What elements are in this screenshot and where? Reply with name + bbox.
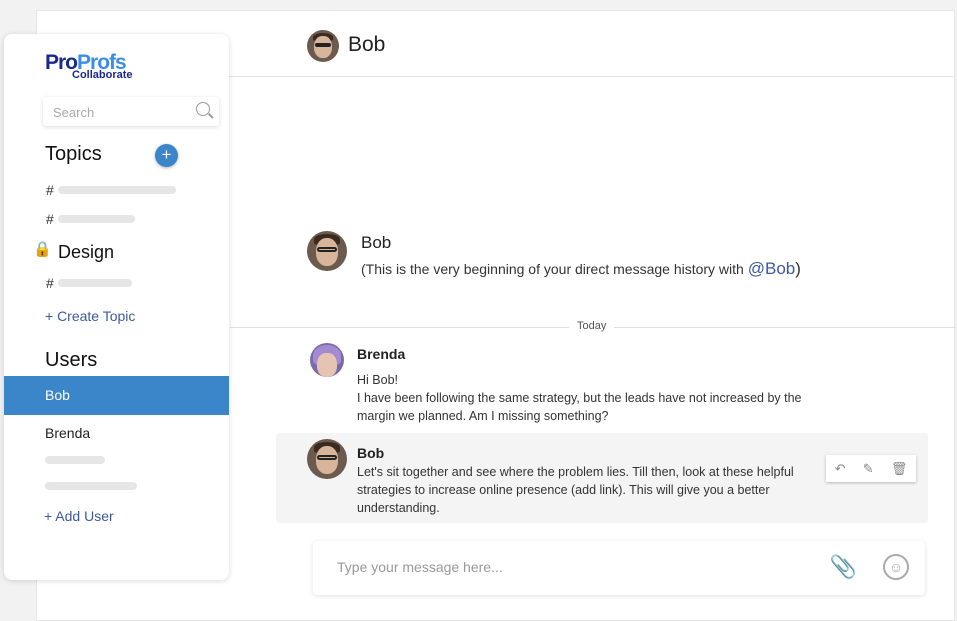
intro-name: Bob xyxy=(361,233,392,252)
avatar xyxy=(310,343,344,377)
message-line: Hi Bob! xyxy=(357,373,398,387)
avatar xyxy=(307,231,347,271)
topic-hash[interactable]: # xyxy=(46,182,54,198)
intro-message: (This is the very beginning of your dire… xyxy=(361,261,748,277)
add-user-link[interactable]: + Add User xyxy=(44,508,114,524)
message-line: strategies to increase online presence (… xyxy=(357,483,770,497)
topic-hash[interactable]: # xyxy=(46,211,54,227)
user-placeholder[interactable] xyxy=(45,456,105,464)
message-placeholder: Type your message here... xyxy=(337,559,503,575)
intro-text: (This is the very beginning of your dire… xyxy=(361,259,801,279)
paperclip-icon[interactable]: 📎 xyxy=(830,554,857,580)
message-author: Brenda xyxy=(357,346,406,362)
search-icon[interactable] xyxy=(196,102,210,116)
intro-end: ) xyxy=(795,259,801,278)
page-title: Bob xyxy=(348,33,386,56)
emoji-icon[interactable]: ☺ xyxy=(883,554,909,580)
message-body: Hi Bob! I have been following the same s… xyxy=(357,371,802,425)
message-body: Let's sit together and see where the pro… xyxy=(357,463,794,517)
lock-icon: 🔒 xyxy=(33,241,52,258)
create-topic-link[interactable]: + Create Topic xyxy=(45,308,135,324)
users-heading: Users xyxy=(45,349,98,371)
search-placeholder: Search xyxy=(53,105,95,120)
topic-placeholder[interactable] xyxy=(58,186,176,194)
avatar xyxy=(307,30,339,62)
pencil-icon[interactable]: ✎ xyxy=(863,461,874,477)
user-placeholder[interactable] xyxy=(45,482,137,490)
message-line: margin we planned. Am I missing somethin… xyxy=(357,409,609,423)
topics-heading: Topics xyxy=(45,143,102,165)
topic-hash[interactable]: # xyxy=(46,275,54,291)
reply-icon[interactable]: ↶ xyxy=(835,461,846,477)
sidebar: ProProfs Collaborate Search Topics + # #… xyxy=(4,34,229,580)
trash-icon[interactable]: 🗑 xyxy=(891,461,908,477)
design-heading[interactable]: Design xyxy=(58,242,114,263)
search-input[interactable]: Search xyxy=(43,97,219,126)
message-line: Let's sit together and see where the pro… xyxy=(357,465,794,479)
avatar xyxy=(307,439,347,479)
sidebar-user-brenda[interactable]: Brenda xyxy=(4,414,229,453)
add-topic-button[interactable]: + xyxy=(155,144,178,167)
message-author: Bob xyxy=(357,445,385,461)
message-actions: ↶ ✎ 🗑 xyxy=(826,455,916,482)
date-label: Today xyxy=(569,320,615,332)
message-line: understanding. xyxy=(357,501,440,515)
message-line: I have been following the same strategy,… xyxy=(357,391,802,405)
message-input[interactable]: Type your message here... 📎 ☺ xyxy=(313,541,925,595)
topic-placeholder[interactable] xyxy=(58,279,132,287)
topic-placeholder[interactable] xyxy=(58,215,135,223)
mention-link[interactable]: @Bob xyxy=(748,259,796,278)
logo: ProProfs Collaborate xyxy=(45,52,133,81)
logo-product: Collaborate xyxy=(72,69,133,81)
sidebar-user-bob[interactable]: Bob xyxy=(4,376,229,415)
